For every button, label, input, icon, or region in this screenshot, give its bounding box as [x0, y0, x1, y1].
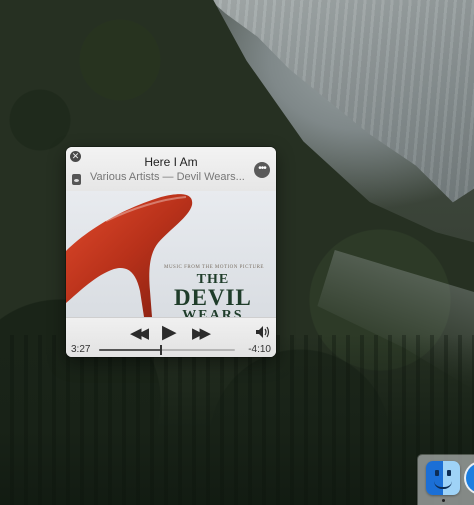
volume-icon [256, 326, 270, 338]
track-title: Here I Am [144, 155, 198, 169]
track-subtitle: Various Artists — Devil Wears... [90, 171, 245, 183]
volume-button[interactable] [256, 326, 270, 341]
progress-fill [99, 349, 161, 351]
artwork-title: THE DEVIL WEARS [174, 271, 252, 317]
elapsed-time: 3:27 [71, 344, 91, 355]
artwork-title-line2: DEVIL [174, 285, 252, 310]
finder-icon[interactable] [426, 461, 460, 495]
artwork-tagline: MUSIC FROM THE MOTION PICTURE [164, 265, 264, 270]
finder-running-indicator [442, 499, 445, 502]
playback-controls: ◀◀ ▶ ▶▶ 3:27 -4:10 [66, 317, 276, 357]
remaining-time: -4:10 [248, 344, 271, 355]
more-options-button[interactable]: ••• [254, 162, 270, 178]
album-artwork: MUSIC FROM THE MOTION PICTURE THE DEVIL … [66, 191, 276, 317]
progress-scrubber[interactable] [99, 345, 235, 355]
close-icon: ✕ [71, 151, 80, 161]
fast-forward-icon: ▶▶ [192, 325, 211, 342]
close-button[interactable]: ✕ [70, 151, 81, 162]
wallpaper-trees [0, 335, 474, 505]
album-icon[interactable] [72, 174, 81, 185]
rewind-button[interactable]: ◀◀ [130, 324, 149, 342]
play-icon: ▶ [162, 322, 177, 343]
dock [418, 455, 474, 505]
rewind-icon: ◀◀ [130, 325, 149, 342]
ellipsis-icon: ••• [258, 163, 266, 174]
mini-player-header: ✕ Here I Am Various Artists — Devil Wear… [66, 147, 276, 192]
fast-forward-button[interactable]: ▶▶ [192, 324, 211, 342]
artwork-title-line3: WEARS [182, 308, 244, 317]
safari-icon[interactable] [466, 463, 474, 493]
progress-knob[interactable] [159, 345, 162, 355]
mini-player-window[interactable]: ✕ Here I Am Various Artists — Devil Wear… [66, 147, 276, 357]
play-button[interactable]: ▶ [162, 321, 177, 344]
finder-smile [434, 481, 452, 489]
